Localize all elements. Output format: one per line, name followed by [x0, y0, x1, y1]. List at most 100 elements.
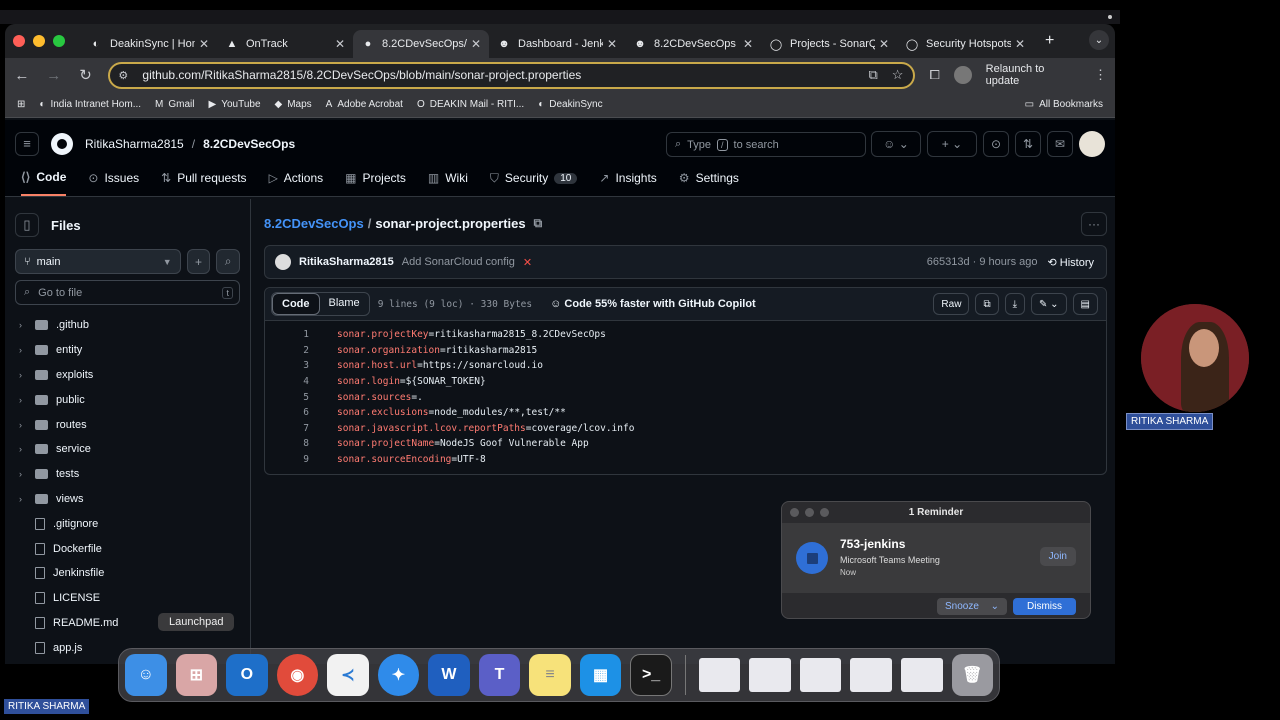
- browser-tab[interactable]: ● 8.2CDevSecOps/s ✕: [353, 30, 489, 58]
- minimize-window-button[interactable]: [33, 35, 45, 47]
- browser-tab[interactable]: ◯ Security Hotspots ✕: [897, 30, 1033, 58]
- branch-selector[interactable]: ⑂ main ▼: [15, 249, 181, 274]
- failed-status-icon[interactable]: ✕: [523, 256, 532, 269]
- history-button[interactable]: ⟲ History: [1047, 256, 1094, 269]
- search-input[interactable]: ⌕ Type / to search: [666, 132, 866, 157]
- close-tab-icon[interactable]: ✕: [607, 37, 617, 51]
- more-options-icon[interactable]: ···: [1081, 212, 1107, 236]
- download-icon[interactable]: ⤓: [1004, 293, 1025, 315]
- tab-search-button[interactable]: ⌄: [1089, 30, 1109, 50]
- tree-folder[interactable]: › service: [5, 437, 250, 462]
- profile-avatar[interactable]: [953, 66, 972, 84]
- bookmark-item[interactable]: ▶ YouTube: [209, 99, 261, 110]
- line-number[interactable]: 2: [265, 345, 309, 356]
- maximize-window-button[interactable]: [53, 35, 65, 47]
- tree-folder[interactable]: › exploits: [5, 363, 250, 388]
- install-app-icon[interactable]: ⧉: [868, 67, 877, 83]
- tab-security[interactable]: ⛉ Security 10: [490, 166, 578, 196]
- tab-wiki[interactable]: ▥ Wiki: [428, 166, 468, 196]
- edit-icon[interactable]: ✎ ⌄: [1031, 293, 1067, 315]
- avatar[interactable]: [275, 254, 291, 270]
- zoom-window-button[interactable]: [820, 508, 829, 517]
- browser-tab[interactable]: ◐ DeakinSync | Hom ✕: [81, 30, 217, 58]
- close-tab-icon[interactable]: ✕: [879, 37, 889, 51]
- close-window-button[interactable]: [790, 508, 799, 517]
- tree-folder[interactable]: › public: [5, 387, 250, 412]
- bookmark-item[interactable]: O DEAKIN Mail - RITI...: [417, 99, 524, 110]
- forward-icon[interactable]: →: [45, 67, 63, 84]
- terminal-icon[interactable]: >_: [630, 654, 672, 696]
- site-info-icon[interactable]: ⚙: [118, 69, 132, 82]
- line-number[interactable]: 4: [265, 376, 309, 387]
- user-avatar[interactable]: [1079, 131, 1105, 157]
- symbols-panel-icon[interactable]: ▤: [1072, 293, 1098, 315]
- close-tab-icon[interactable]: ✕: [471, 37, 481, 51]
- word-icon[interactable]: W: [428, 654, 470, 696]
- menu-dots-icon[interactable]: ⋮: [1094, 67, 1107, 83]
- browser-tab[interactable]: ▲ OnTrack ✕: [217, 30, 353, 58]
- tab-issues[interactable]: ⊙ Issues: [88, 166, 139, 196]
- repo-root-link[interactable]: 8.2CDevSecOps: [264, 216, 364, 231]
- minimized-window-thumbnail[interactable]: [900, 658, 943, 692]
- browser-tab[interactable]: ☻ Dashboard - Jenk ✕: [489, 30, 625, 58]
- close-tab-icon[interactable]: ✕: [743, 37, 753, 51]
- minimized-window-thumbnail[interactable]: [799, 658, 842, 692]
- tree-file[interactable]: Dockerfile: [5, 536, 250, 561]
- reload-icon[interactable]: ↻: [77, 66, 95, 84]
- snooze-button[interactable]: Snooze ⌄: [937, 598, 1007, 615]
- tree-folder[interactable]: › tests: [5, 462, 250, 487]
- minimize-window-button[interactable]: [805, 508, 814, 517]
- safari-icon[interactable]: ✦: [377, 654, 420, 696]
- commit-message[interactable]: Add SonarCloud config: [402, 256, 515, 268]
- tab-settings[interactable]: ⚙ Settings: [679, 166, 739, 196]
- tree-file[interactable]: LICENSE: [5, 586, 250, 611]
- tree-folder[interactable]: › .github: [5, 313, 250, 338]
- close-tab-icon[interactable]: ✕: [199, 37, 209, 51]
- minimized-window-thumbnail[interactable]: [698, 658, 741, 692]
- inbox-icon[interactable]: ✉: [1047, 131, 1073, 157]
- tree-folder[interactable]: › routes: [5, 412, 250, 437]
- bookmark-star-icon[interactable]: ☆: [892, 67, 904, 83]
- tab-projects[interactable]: ▦ Projects: [345, 166, 406, 196]
- copy-path-icon[interactable]: ⧉: [534, 216, 543, 231]
- back-icon[interactable]: ←: [13, 67, 31, 84]
- browser-tab[interactable]: ☻ 8.2CDevSecOps # ✕: [625, 30, 761, 58]
- bookmark-item[interactable]: ◆ Maps: [275, 99, 312, 110]
- commit-author[interactable]: RitikaSharma2815: [299, 256, 394, 268]
- tree-folder[interactable]: › entity: [5, 338, 250, 363]
- tree-file[interactable]: Jenkinsfile: [5, 561, 250, 586]
- all-bookmarks-button[interactable]: ▭ All Bookmarks: [1025, 99, 1103, 110]
- line-number[interactable]: 9: [265, 454, 309, 465]
- finder-icon[interactable]: ☺: [125, 654, 167, 696]
- tree-file[interactable]: .gitignore: [5, 511, 250, 536]
- address-bar[interactable]: ⚙ github.com/RitikaSharma2815/8.2CDevSec…: [108, 61, 916, 89]
- dismiss-button[interactable]: Dismiss: [1013, 598, 1076, 615]
- search-files-button[interactable]: ⌕: [216, 249, 240, 274]
- pull-requests-icon[interactable]: ⇅: [1015, 131, 1041, 157]
- new-tab-button[interactable]: +: [1045, 32, 1054, 50]
- minimized-window-thumbnail[interactable]: [850, 658, 892, 692]
- issues-icon[interactable]: ⊙: [983, 131, 1009, 157]
- vscode-icon[interactable]: ≺: [327, 654, 369, 696]
- tree-folder[interactable]: › views: [5, 487, 250, 512]
- notes-icon[interactable]: ≡: [529, 654, 571, 696]
- raw-button[interactable]: Raw: [933, 293, 970, 315]
- line-number[interactable]: 3: [265, 360, 309, 371]
- line-number[interactable]: 1: [265, 329, 309, 340]
- bookmark-item[interactable]: ◐ India Intranet Hom...: [39, 99, 141, 110]
- copilot-icon[interactable]: ☺ ⌄: [871, 131, 921, 157]
- docker-icon[interactable]: ▦: [579, 654, 622, 696]
- tab-insights[interactable]: ↗ Insights: [599, 166, 656, 196]
- create-new-icon[interactable]: + ⌄: [927, 131, 977, 157]
- outlook-icon[interactable]: O: [226, 654, 268, 696]
- line-number[interactable]: 7: [265, 423, 309, 434]
- collapse-sidebar-icon[interactable]: ▯: [15, 213, 39, 237]
- launchpad-icon[interactable]: ⊞: [175, 654, 218, 696]
- teams-icon[interactable]: T: [478, 654, 521, 696]
- line-number[interactable]: 6: [265, 407, 309, 418]
- copilot-promo[interactable]: ☺ Code 55% faster with GitHub Copilot: [550, 298, 756, 310]
- line-number[interactable]: 8: [265, 438, 309, 449]
- trash-icon[interactable]: 🗑: [951, 654, 994, 696]
- tab-pull-requests[interactable]: ⇅ Pull requests: [161, 166, 246, 196]
- close-tab-icon[interactable]: ✕: [335, 37, 345, 51]
